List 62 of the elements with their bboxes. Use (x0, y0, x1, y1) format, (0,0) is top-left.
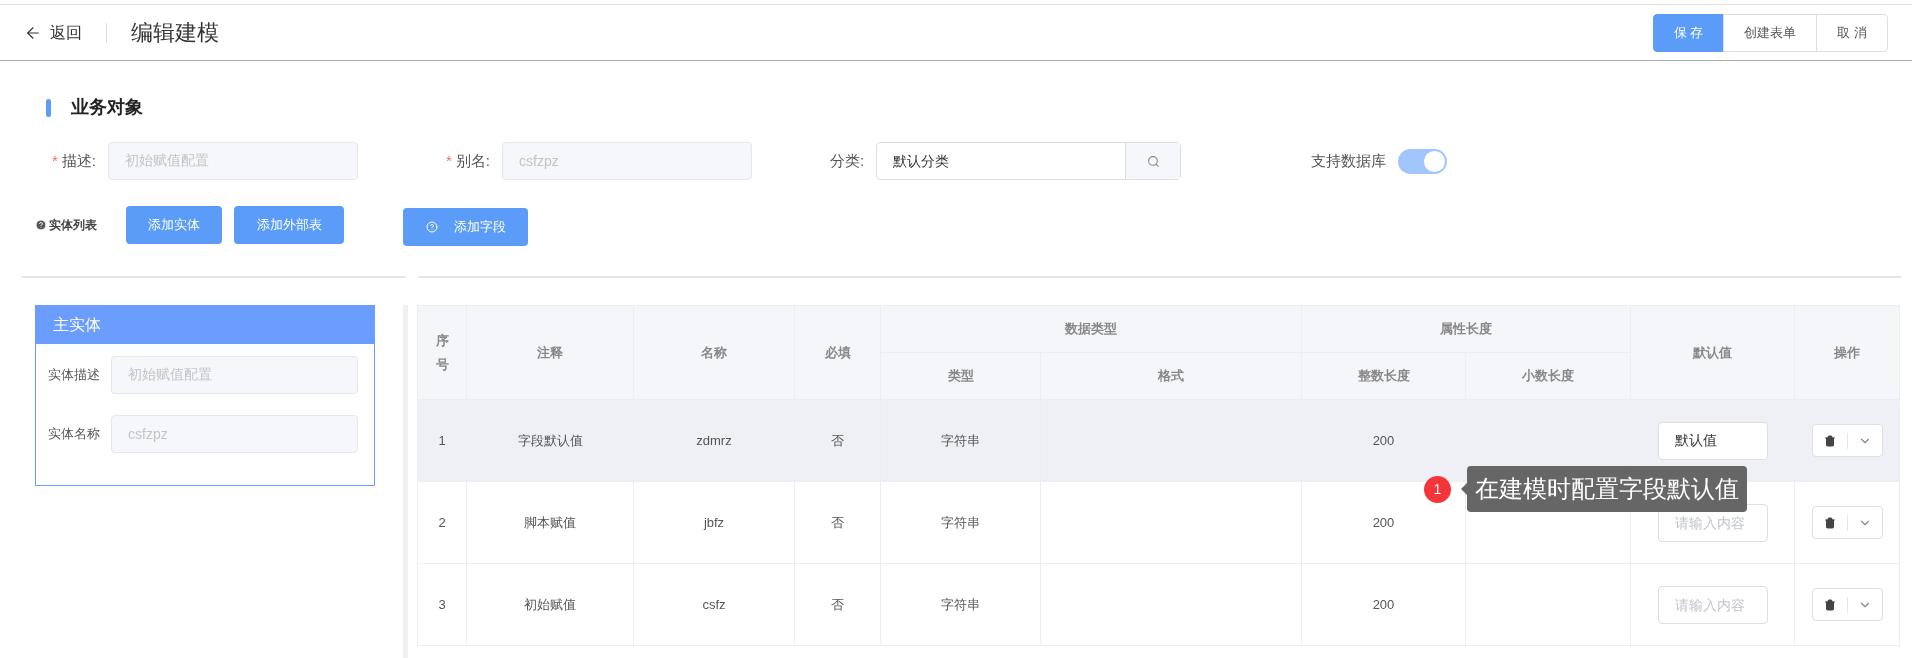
column-header: 数据类型 (880, 305, 1302, 353)
column-header: 默认值 (1630, 305, 1795, 400)
back-button[interactable]: 返回 (24, 20, 82, 45)
table-cell: 否 (794, 399, 881, 482)
section-marker (46, 98, 51, 117)
category-field[interactable]: 默认分类 (876, 142, 1182, 180)
column-header: 注释 (466, 305, 634, 400)
actions-split-button[interactable] (1811, 506, 1883, 539)
help-icon (425, 221, 438, 233)
table-cell: 字符串 (880, 563, 1041, 646)
section-title: 业务对象 (71, 96, 143, 119)
table-cell: 200 (1301, 563, 1466, 646)
table-cell: 200 (1301, 399, 1466, 482)
add-button[interactable]: 添加实体 (126, 206, 222, 244)
table-cell: 字段默认值 (466, 399, 634, 482)
table-cell: 否 (794, 563, 881, 646)
help-icon (35, 219, 47, 231)
trash-icon (1823, 516, 1836, 529)
field-label: 支持数据库 (1311, 150, 1387, 171)
field-label: 描述: (61, 150, 96, 171)
table-cell: 初始赋值 (466, 563, 634, 646)
page-title: 编辑建模 (131, 19, 219, 47)
field-label: 分类: (830, 150, 865, 171)
toggle-switch[interactable] (1398, 148, 1448, 174)
entity-list-label: 实体列表 (49, 217, 97, 234)
tooltip: 在建模时配置字段默认值 (1467, 466, 1747, 512)
panel-header: 主实体 (36, 306, 374, 344)
search-icon (1146, 154, 1160, 168)
table-cell: 脚本赋值 (466, 481, 634, 564)
table-cell: 字符串 (880, 399, 1041, 482)
actions-split-button[interactable] (1811, 424, 1883, 457)
column-header: 格式 (1040, 352, 1302, 400)
field-label: 实体名称 (48, 425, 100, 444)
required-marker: * (52, 150, 58, 171)
table-cell: zdmrz (633, 399, 795, 482)
toolbar-button[interactable]: 创建表单 (1723, 13, 1818, 52)
column-header: 类型 (880, 352, 1041, 400)
column-header: 操作 (1794, 305, 1900, 400)
table-cell: jbfz (633, 481, 795, 564)
column-header: 序号 (417, 305, 467, 400)
trash-icon (1823, 598, 1836, 611)
table-cell: 3 (417, 563, 467, 646)
table-cell: 字符串 (880, 481, 1041, 564)
table-cell: 1 (417, 399, 467, 482)
add-field-button[interactable]: 添加字段 (403, 208, 528, 246)
column-header: 属性长度 (1301, 305, 1631, 353)
add-button[interactable]: 添加外部表 (234, 206, 344, 244)
trash-icon (1823, 434, 1836, 447)
toolbar-button[interactable]: 取 消 (1816, 13, 1888, 52)
column-header: 必填 (794, 305, 881, 400)
default-value-field[interactable]: 默认值 (1657, 421, 1768, 460)
table-cell: csfz (633, 563, 795, 646)
default-value-field[interactable]: 请输入内容 (1657, 585, 1768, 624)
table-cell: 否 (794, 481, 881, 564)
field-label: 别名: (455, 150, 491, 171)
column-header: 名称 (633, 305, 795, 400)
table-cell: 2 (417, 481, 467, 564)
column-header: 整数长度 (1301, 352, 1466, 400)
field-label: 实体描述 (48, 366, 100, 385)
required-marker: * (446, 150, 452, 171)
primary-button[interactable]: 保 存 (1652, 13, 1725, 52)
actions-split-button[interactable] (1811, 588, 1883, 621)
